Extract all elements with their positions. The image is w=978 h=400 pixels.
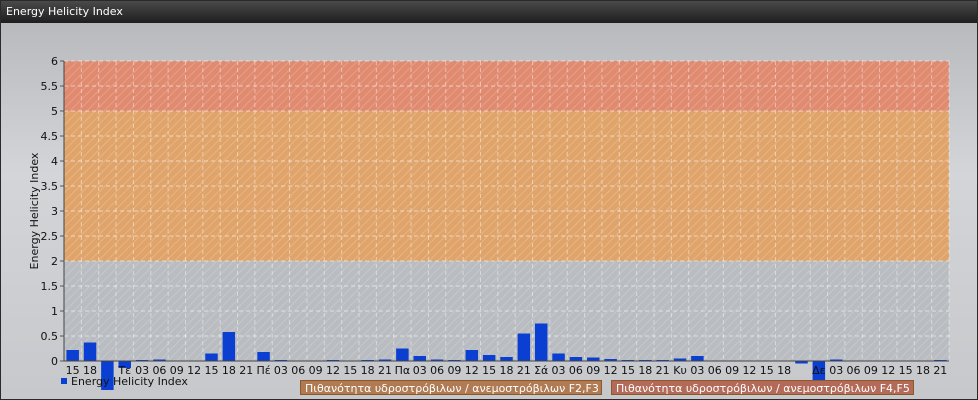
y-tick-label: 1 bbox=[51, 305, 58, 318]
legend-series-label: Energy Helicity Index bbox=[71, 375, 188, 388]
bar bbox=[257, 352, 270, 361]
chart-svg: 00.511.522.533.544.555.5615 18 Τε 03 06 09 12 1… bbox=[28, 55, 950, 390]
bar bbox=[413, 356, 426, 361]
x-tick-label: 12 bbox=[326, 364, 340, 377]
x-tick-label: 06 bbox=[430, 364, 444, 377]
x-tick-label: 15 bbox=[205, 364, 219, 377]
x-tick-label: 18 bbox=[500, 364, 514, 377]
bar bbox=[500, 357, 513, 361]
x-tick-label: 12 bbox=[187, 364, 201, 377]
x-tick-label: 21 bbox=[656, 364, 670, 377]
y-tick-label: 6 bbox=[51, 55, 58, 68]
x-tick-label: 18 bbox=[361, 364, 375, 377]
x-tick-label: 03 bbox=[413, 364, 427, 377]
x-tick-label: 18 bbox=[777, 364, 791, 377]
x-tick-label: 18 bbox=[222, 364, 236, 377]
x-tick-label: 15 bbox=[899, 364, 913, 377]
legend-band-f2f3-label: Πιθανότητα υδροστρόβιλων / ανεμοστρόβιλω… bbox=[305, 382, 599, 395]
x-tick-label: 15 bbox=[343, 364, 357, 377]
y-tick-label: 0.5 bbox=[41, 330, 59, 343]
legend-band-f4f5: Πιθανότητα υδροστρόβιλων / ανεμοστρόβιλω… bbox=[611, 380, 914, 395]
bar bbox=[534, 323, 548, 361]
y-axis-title: Energy Helicity Index bbox=[28, 152, 41, 269]
x-tick-label: 09 bbox=[864, 364, 878, 377]
y-tick-label: 2.5 bbox=[41, 230, 59, 243]
x-tick-label: 21 bbox=[239, 364, 253, 377]
y-tick-label: 5 bbox=[51, 105, 58, 118]
y-tick-label: 3 bbox=[51, 205, 58, 218]
bar bbox=[66, 350, 79, 361]
bar bbox=[587, 357, 600, 361]
x-tick-label: 18 bbox=[638, 364, 652, 377]
x-tick-label: 15 bbox=[621, 364, 635, 377]
x-tick-label: 21 bbox=[933, 364, 947, 377]
bar bbox=[465, 350, 479, 361]
bar bbox=[552, 353, 565, 361]
y-tick-label: 0 bbox=[51, 355, 58, 368]
x-tick-label: 06 bbox=[847, 364, 861, 377]
x-tick-label: 15 bbox=[482, 364, 496, 377]
x-tick-label: 03 bbox=[552, 364, 566, 377]
bar bbox=[83, 342, 97, 361]
x-tick-label: Πα bbox=[395, 364, 411, 377]
x-tick-label: 21 bbox=[378, 364, 392, 377]
x-tick-label: 12 bbox=[604, 364, 618, 377]
y-tick-label: 4.5 bbox=[41, 130, 59, 143]
y-tick-label: 5.5 bbox=[41, 80, 59, 93]
y-tick-label: 4 bbox=[51, 155, 58, 168]
x-tick-label: 09 bbox=[586, 364, 600, 377]
x-tick-label: Δε bbox=[812, 364, 826, 377]
x-tick-label: 12 bbox=[742, 364, 756, 377]
x-tick-label: 21 bbox=[517, 364, 531, 377]
bar bbox=[569, 357, 583, 361]
x-tick-label: 12 bbox=[881, 364, 895, 377]
x-tick-label: 12 bbox=[465, 364, 479, 377]
legend-band-f2f3: Πιθανότητα υδροστρόβιλων / ανεμοστρόβιλω… bbox=[300, 380, 602, 395]
x-tick-label: 09 bbox=[447, 364, 461, 377]
x-tick-label: 09 bbox=[725, 364, 739, 377]
legend-swatch bbox=[61, 378, 67, 384]
x-tick-label: Σά bbox=[534, 364, 548, 377]
x-tick-label: 18 bbox=[916, 364, 930, 377]
bar bbox=[205, 353, 218, 361]
x-tick-label: 06 bbox=[291, 364, 305, 377]
y-tick-label: 3.5 bbox=[41, 180, 59, 193]
chart-window: Energy Helicity Index 0 0.5 1 1.5 2 2.5 3 3.5 4 4… bbox=[0, 0, 978, 400]
bar bbox=[517, 333, 531, 361]
x-tick-label: 09 bbox=[309, 364, 323, 377]
bar bbox=[482, 355, 496, 361]
bar bbox=[691, 356, 704, 361]
x-tick-label: 03 bbox=[690, 364, 704, 377]
x-tick-label: 06 bbox=[569, 364, 583, 377]
x-tick-label: Κυ bbox=[673, 364, 687, 377]
x-tick-label: 15 bbox=[760, 364, 774, 377]
y-tick-label: 1.5 bbox=[41, 280, 59, 293]
x-tick-label: Πέ bbox=[256, 364, 270, 377]
y-tick-label: 2 bbox=[51, 255, 58, 268]
x-tick-label: 03 bbox=[274, 364, 288, 377]
x-tick-label: 03 bbox=[829, 364, 843, 377]
legend-series: Energy Helicity Index bbox=[61, 375, 188, 388]
bar bbox=[222, 332, 236, 361]
bar bbox=[396, 348, 409, 361]
legend-band-f4f5-label: Πιθανότητα υδροστρόβιλων / ανεμοστρόβιλω… bbox=[616, 382, 910, 395]
x-tick-label: 06 bbox=[708, 364, 722, 377]
